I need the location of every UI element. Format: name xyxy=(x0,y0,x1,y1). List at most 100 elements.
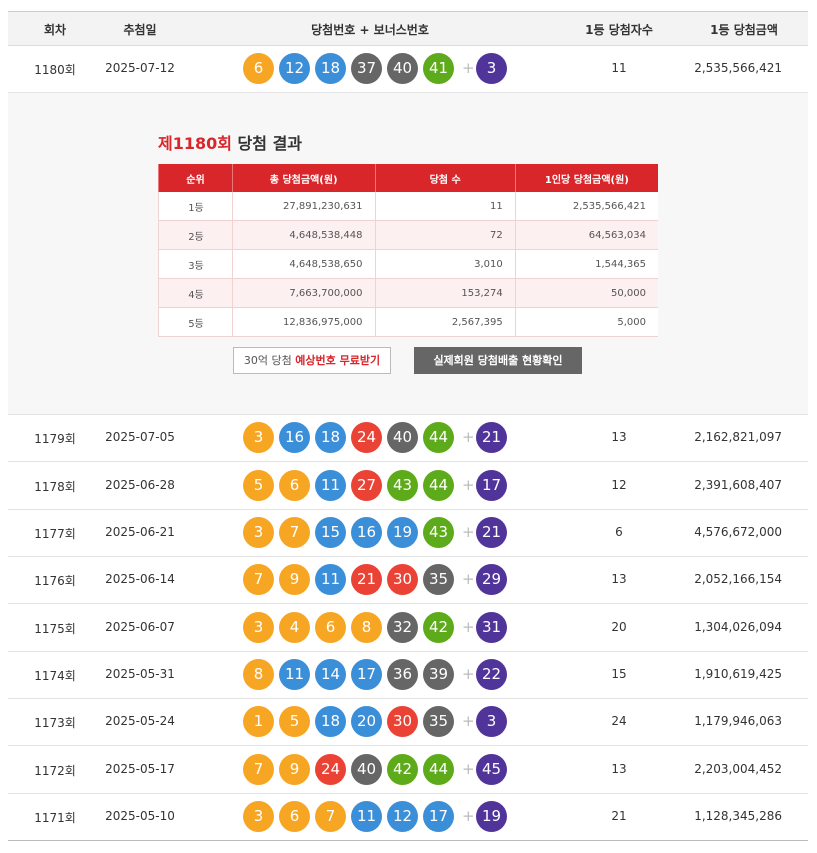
round-cell: 1177회 xyxy=(34,527,76,541)
number-ball: 37 xyxy=(351,53,382,84)
round-cell: 1178회 xyxy=(34,480,76,494)
number-ball: 32 xyxy=(387,612,418,643)
number-ball: 40 xyxy=(387,53,418,84)
header-prize: 1등 당첨금액 xyxy=(710,23,778,37)
number-ball: 24 xyxy=(315,754,346,785)
number-ball: 11 xyxy=(279,659,310,690)
prize-table-cell: 4,648,538,448 xyxy=(231,220,375,250)
number-ball: 35 xyxy=(423,706,454,737)
result-row: 1179회 2025-07-05 3 16 18 24 40 44 +21 13 2,162,821… xyxy=(8,414,808,462)
number-ball: 18 xyxy=(315,706,346,737)
date-cell: 2025-06-28 xyxy=(105,478,175,492)
plus-sign: + xyxy=(462,760,475,778)
winners-cell: 13 xyxy=(611,572,627,586)
number-ball: 5 xyxy=(279,706,310,737)
free-prediction-button[interactable]: 30억 당첨 예상번호 무료받기 xyxy=(233,347,391,374)
number-ball: 9 xyxy=(279,564,310,595)
date-cell: 2025-06-14 xyxy=(105,572,175,586)
number-ball: 1 xyxy=(243,706,274,737)
detail-title-text: 당첨 결과 xyxy=(231,134,303,153)
number-ball: 8 xyxy=(243,659,274,690)
plus-sign: + xyxy=(462,665,475,683)
prize-table-cell: 11 xyxy=(374,192,516,221)
bonus-ball: 31 xyxy=(476,612,507,643)
date-cell: 2025-06-21 xyxy=(105,525,175,539)
round-cell: 1173회 xyxy=(34,716,76,730)
plus-sign: + xyxy=(462,523,475,541)
number-ball: 12 xyxy=(279,53,310,84)
number-ball: 6 xyxy=(315,612,346,643)
prize-table-header: 당첨 수 xyxy=(374,164,516,192)
round-cell: 1174회 xyxy=(34,669,76,683)
plus-sign: + xyxy=(462,618,475,636)
winners-cell: 13 xyxy=(611,430,627,444)
bonus-ball: 21 xyxy=(476,517,507,548)
prize-table-cell: 5등 xyxy=(158,307,233,337)
prize-cell: 1,179,946,063 xyxy=(694,714,782,728)
number-ball: 44 xyxy=(423,754,454,785)
prize-table-row: 3등 4,648,538,650 3,010 1,544,365 xyxy=(158,249,658,279)
number-ball: 3 xyxy=(243,422,274,453)
number-ball: 24 xyxy=(351,422,382,453)
bonus-ball: 3 xyxy=(476,53,507,84)
number-ball: 17 xyxy=(351,659,382,690)
round-cell: 1172회 xyxy=(34,764,76,778)
result-row: 1173회 2025-05-24 1 5 18 20 30 35 +3 24 1,179,946,0… xyxy=(8,698,808,746)
result-row: 1171회 2025-05-10 3 6 7 11 12 17 +19 21 1,128,345,2… xyxy=(8,793,808,841)
prize-cell: 2,162,821,097 xyxy=(694,430,782,444)
prize-table: 순위 총 당첨금액(원) 당첨 수 1인당 당첨금액(원) 1등 27,891,230,… xyxy=(158,164,658,337)
date-cell: 2025-07-12 xyxy=(105,61,175,75)
prize-cell: 1,128,345,286 xyxy=(694,809,782,823)
free-prediction-label: 30억 당첨 xyxy=(243,354,296,367)
number-ball: 27 xyxy=(351,470,382,501)
prize-table-cell: 4,648,538,650 xyxy=(231,249,375,279)
header-numbers: 당첨번호 + 보너스번호 xyxy=(311,23,429,37)
date-cell: 2025-05-17 xyxy=(105,762,175,776)
prize-table-cell: 2,567,395 xyxy=(374,307,516,337)
prize-table-cell: 2등 xyxy=(158,220,233,250)
number-ball: 14 xyxy=(315,659,346,690)
number-ball: 43 xyxy=(387,470,418,501)
number-ball: 42 xyxy=(423,612,454,643)
number-ball: 11 xyxy=(315,470,346,501)
bottom-divider xyxy=(8,840,808,841)
plus-sign: + xyxy=(462,570,475,588)
prize-cell: 2,203,004,452 xyxy=(694,762,782,776)
winners-cell: 20 xyxy=(611,620,627,634)
number-ball: 16 xyxy=(279,422,310,453)
round-cell: 1180회 xyxy=(34,63,76,77)
bonus-ball: 21 xyxy=(476,422,507,453)
date-cell: 2025-05-31 xyxy=(105,667,175,681)
plus-sign: + xyxy=(462,807,475,825)
number-ball: 6 xyxy=(279,801,310,832)
result-row: 1178회 2025-06-28 5 6 11 27 43 44 +17 12 2,391,608,… xyxy=(8,462,808,510)
prize-cell: 2,391,608,407 xyxy=(694,478,782,492)
header-round: 회차 xyxy=(43,23,67,37)
number-ball: 35 xyxy=(423,564,454,595)
bonus-ball: 19 xyxy=(476,801,507,832)
prize-cell: 2,052,166,154 xyxy=(694,572,782,586)
winners-cell: 24 xyxy=(611,714,627,728)
number-ball: 7 xyxy=(243,564,274,595)
winners-cell: 21 xyxy=(611,809,627,823)
result-row: 1175회 2025-06-07 3 4 6 8 32 42 +31 20 1,304,026,09… xyxy=(8,604,808,652)
member-winners-button[interactable]: 실제회원 당첨배출 현황확인 xyxy=(414,347,582,374)
prize-cell: 1,910,619,425 xyxy=(694,667,782,681)
prize-table-row: 2등 4,648,538,448 72 64,563,034 xyxy=(158,220,658,250)
number-ball: 44 xyxy=(423,422,454,453)
winners-cell: 15 xyxy=(611,667,627,681)
number-ball: 43 xyxy=(423,517,454,548)
plus-sign: + xyxy=(462,428,475,446)
number-ball: 5 xyxy=(243,470,274,501)
number-ball: 6 xyxy=(279,470,310,501)
prize-table-cell: 1,544,365 xyxy=(514,249,658,279)
number-ball: 6 xyxy=(243,53,274,84)
number-ball: 7 xyxy=(279,517,310,548)
number-ball: 39 xyxy=(423,659,454,690)
result-row: 1177회 2025-06-21 3 7 15 16 19 43 +21 6 4,576,672,0… xyxy=(8,509,808,557)
result-row: 1172회 2025-05-17 7 9 24 40 42 44 +45 13 2,203,004,… xyxy=(8,746,808,794)
prize-table-cell: 1등 xyxy=(158,192,233,221)
number-ball: 18 xyxy=(315,53,346,84)
number-ball: 19 xyxy=(387,517,418,548)
result-row: 1176회 2025-06-14 7 9 11 21 30 35 +29 13 2,052,166,… xyxy=(8,556,808,604)
